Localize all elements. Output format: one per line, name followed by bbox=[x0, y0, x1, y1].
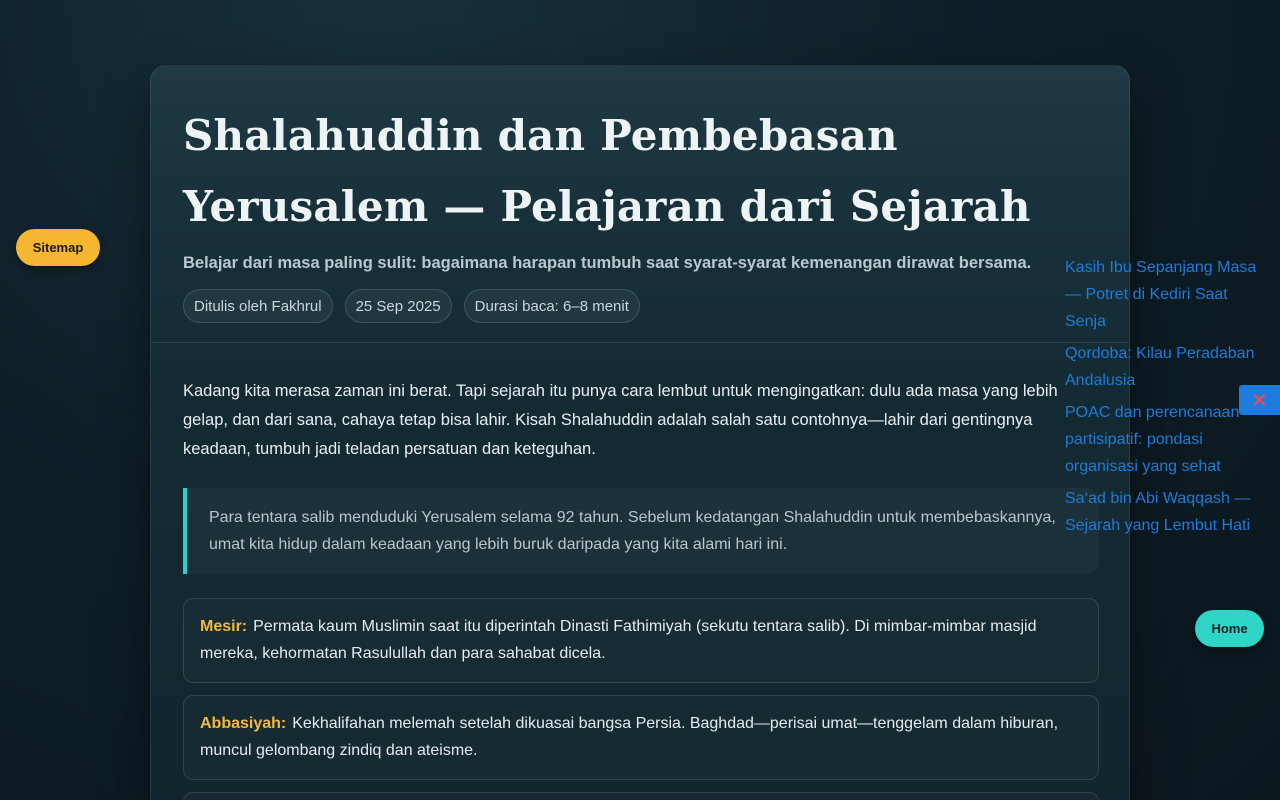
info-box-label: Abbasiyah: bbox=[200, 715, 287, 732]
info-box-text: Permata kaum Muslimin saat itu diperinta… bbox=[200, 618, 1037, 662]
article-header: Shalahuddin dan Pembebasan Yerusalem — P… bbox=[151, 66, 1129, 343]
article-subtitle: Belajar dari masa paling sulit: bagaiman… bbox=[183, 254, 1032, 272]
info-box-mesir: Mesir: Permata kaum Muslimin saat itu dip… bbox=[183, 598, 1099, 683]
sitemap-button[interactable]: Sitemap bbox=[16, 229, 100, 266]
info-box-text: Kekhalifahan melemah setelah dikuasai ba… bbox=[200, 715, 1059, 759]
home-button[interactable]: Home bbox=[1195, 610, 1264, 647]
blockquote: Para tentara salib menduduki Yerusalem s… bbox=[183, 488, 1099, 574]
article-meta: Ditulis oleh Fakhrul 25 Sep 2025 Durasi … bbox=[183, 289, 1097, 323]
article-title: Shalahuddin dan Pembebasan Yerusalem — P… bbox=[183, 111, 1031, 231]
reading-time-pill: Durasi baca: 6–8 menit bbox=[463, 289, 640, 323]
info-box-abbasiyah: Abbasiyah: Kekhalifahan melemah setelah d… bbox=[183, 695, 1099, 780]
related-link[interactable]: Sa‘ad bin Abi Waqqash — Sejarah yang Lem… bbox=[1065, 485, 1270, 539]
info-box-label: Mesir: bbox=[200, 618, 248, 635]
close-icon[interactable]: ✕ bbox=[1239, 385, 1280, 415]
article-card: Shalahuddin dan Pembebasan Yerusalem — P… bbox=[150, 65, 1130, 800]
article-body: Kadang kita merasa zaman ini berat. Tapi… bbox=[151, 343, 1129, 800]
info-box-partial bbox=[183, 792, 1099, 800]
author-pill: Ditulis oleh Fakhrul bbox=[183, 289, 333, 323]
intro-paragraph: Kadang kita merasa zaman ini berat. Tapi… bbox=[183, 382, 1058, 458]
related-link[interactable]: Kasih Ibu Sepanjang Masa — Potret di Ked… bbox=[1065, 254, 1270, 335]
date-pill: 25 Sep 2025 bbox=[344, 289, 452, 323]
